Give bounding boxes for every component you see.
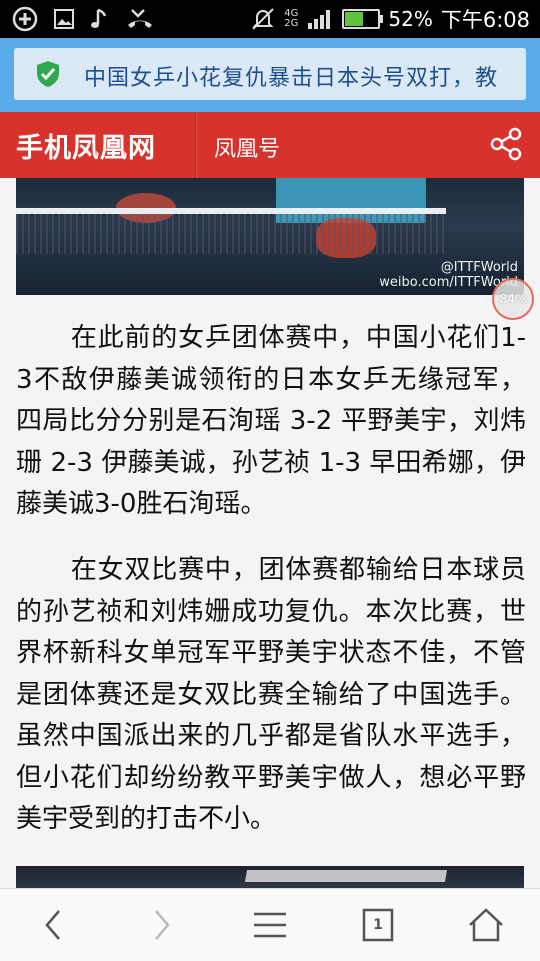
back-icon	[45, 910, 60, 940]
menu-button[interactable]	[248, 903, 292, 947]
shield-check-icon	[37, 61, 59, 87]
article-paragraph: 在此前的女乒团体赛中，中国小花们1-3不敌伊藤美诚领衔的日本女乒无缘冠军，四局比…	[16, 323, 526, 519]
missed-call-icon	[128, 9, 152, 28]
silent-bell-icon	[252, 8, 274, 30]
signal-icon	[308, 10, 331, 29]
menu-icon	[254, 912, 286, 938]
article-photo[interactable]: @ITTFWorld weibo.com/ITTFWorld	[16, 178, 524, 295]
article-paragraph: 在女双比赛中，团体赛都输给日本球员的孙艺祯和刘炜姗成功复仇。本次比赛，世界杯新科…	[16, 555, 526, 834]
home-button[interactable]	[464, 903, 508, 947]
notification-text: 中国女乒小花复仇暴击日本头号双打，教	[84, 66, 499, 91]
status-bar: 4G 2G 52% 下午6:08	[0, 0, 540, 38]
notification-area: 中国女乒小花复仇暴击日本头号双打，教	[0, 38, 540, 112]
browser-toolbar: 1	[0, 888, 540, 961]
channel-link[interactable]: 凤凰号	[214, 131, 280, 163]
forward-button[interactable]	[140, 903, 184, 947]
article-photo[interactable]	[16, 866, 524, 888]
network-type: 4G 2G	[284, 8, 299, 29]
status-indicators: 4G 2G 52% 下午6:08	[250, 4, 530, 34]
site-header: 手机凤凰网 凤凰号	[0, 112, 540, 178]
image-icon	[54, 9, 74, 29]
site-logo[interactable]: 手机凤凰网	[16, 126, 156, 165]
battery-percent: 52%	[388, 7, 433, 31]
notification-icons	[12, 6, 154, 32]
article-content[interactable]: @ITTFWorld weibo.com/ITTFWorld 84% 在此前的女…	[0, 178, 540, 888]
battery-icon	[342, 9, 384, 29]
back-button[interactable]	[31, 903, 75, 947]
tabs-button[interactable]: 1	[356, 903, 400, 947]
tab-count: 1	[373, 917, 383, 933]
share-icon[interactable]	[488, 126, 524, 162]
header-divider-highlight	[196, 112, 197, 178]
music-note-icon	[91, 8, 107, 28]
plus-circle-icon	[12, 6, 38, 32]
notification-banner[interactable]: 中国女乒小花复仇暴击日本头号双打，教	[14, 48, 526, 100]
home-icon	[469, 908, 503, 942]
forward-icon	[155, 910, 170, 940]
read-progress-indicator: 84%	[492, 278, 534, 320]
clock: 下午6:08	[440, 8, 530, 32]
